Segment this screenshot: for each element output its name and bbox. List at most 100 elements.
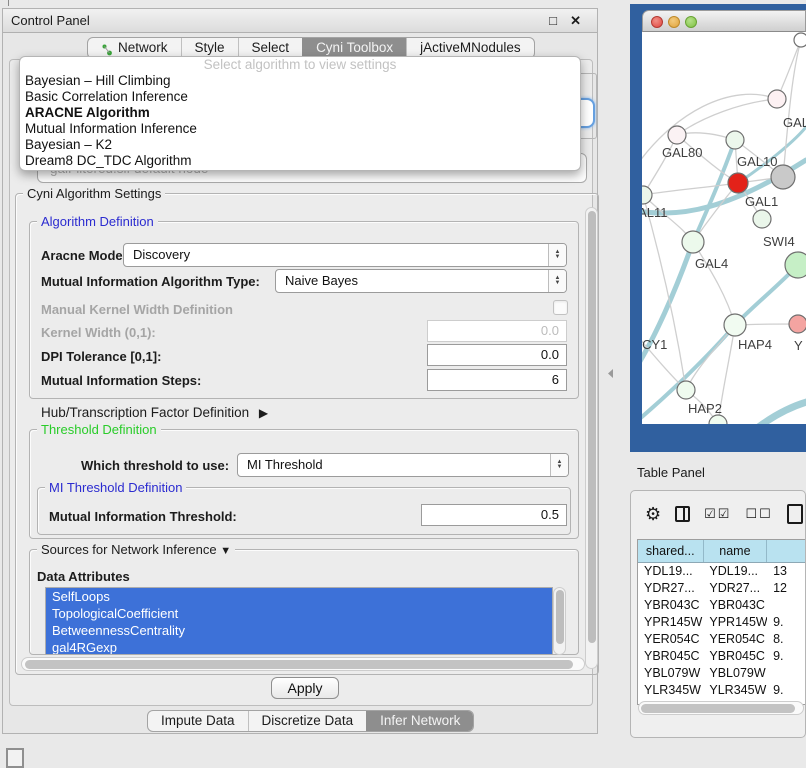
table-row[interactable]: YER054CYER054C8. <box>638 631 806 648</box>
algorithm-option[interactable]: Mutual Information Inference <box>20 121 580 137</box>
minimized-panel-icon[interactable] <box>6 748 24 768</box>
table-cell[interactable] <box>767 665 806 682</box>
aracne-mode-combobox[interactable]: Discovery ▲▼ <box>123 243 567 267</box>
table-cell[interactable] <box>767 597 806 614</box>
table-row[interactable]: YLR345WYLR345W9. <box>638 682 806 699</box>
network-node-swi4[interactable] <box>785 252 806 278</box>
sources-title[interactable]: Sources for Network Inference ▼ <box>37 542 235 557</box>
mi-steps-field[interactable]: 6 <box>427 369 567 391</box>
tab-jactivemnodules[interactable]: jActiveMNodules <box>406 38 534 58</box>
table-row[interactable]: YBL079WYBL079W <box>638 665 806 682</box>
tab-network[interactable]: Network <box>88 38 181 58</box>
table-row[interactable]: YPR145WYPR145W9. <box>638 614 806 631</box>
algorithm-option[interactable]: Bayesian – Hill Climbing <box>20 73 580 89</box>
settings-vscroll-thumb[interactable] <box>588 211 596 643</box>
network-node[interactable] <box>753 210 771 228</box>
attribute-list-item[interactable]: SelfLoops <box>46 588 552 605</box>
table-row[interactable]: YDL19...YDL19...13 <box>638 563 806 580</box>
table-cell[interactable]: 9. <box>767 682 806 699</box>
settings-hscroll-thumb[interactable] <box>25 660 573 669</box>
table-cell[interactable]: YER054C <box>703 631 767 648</box>
table-cell[interactable]: YLR345W <box>638 682 703 699</box>
algorithm-option[interactable]: Bayesian – K2 <box>20 137 580 153</box>
table-row[interactable]: YBR045CYBR045C9. <box>638 648 806 665</box>
settings-horizontal-scrollbar[interactable] <box>21 657 585 671</box>
algorithm-option[interactable]: Dream8 DC_TDC Algorithm <box>20 153 580 169</box>
network-node[interactable] <box>794 33 806 47</box>
tab-impute-data[interactable]: Impute Data <box>148 711 248 731</box>
attribute-list-item[interactable]: gal4RGexp <box>46 639 552 655</box>
table-row[interactable]: YDR27...YDR27...12 <box>638 580 806 597</box>
network-node-hap4[interactable] <box>724 314 746 336</box>
split-columns-icon[interactable] <box>675 506 690 522</box>
document-icon[interactable] <box>787 504 803 524</box>
table-cell[interactable]: 13 <box>767 563 806 580</box>
float-window-icon[interactable]: □ <box>549 13 557 28</box>
table-column-header[interactable]: name <box>704 540 768 562</box>
dpi-tolerance-field[interactable]: 0.0 <box>427 344 567 366</box>
table-column-header[interactable]: shared... <box>638 540 704 562</box>
attribute-list-item[interactable]: TopologicalCoefficient <box>46 605 552 622</box>
tab-infer-network[interactable]: Infer Network <box>366 711 473 731</box>
table-cell[interactable]: YBR045C <box>703 648 767 665</box>
tab-select[interactable]: Select <box>238 38 303 58</box>
network-node-gal80[interactable] <box>668 126 686 144</box>
settings-vertical-scrollbar[interactable] <box>585 207 598 669</box>
network-node-gal4[interactable] <box>682 231 704 253</box>
data-attributes-list[interactable]: SelfLoopsTopologicalCoefficientBetweenne… <box>45 587 553 655</box>
network-canvas[interactable]: GALGAL80GAL10GAL1GAL11GAL4SWI4HAP4YGCY1H… <box>642 32 806 424</box>
close-traffic-light-icon[interactable] <box>651 16 663 28</box>
algorithm-option[interactable]: Basic Correlation Inference <box>20 89 580 105</box>
table-hscroll-thumb[interactable] <box>641 704 795 713</box>
attribute-list-item[interactable]: BetweennessCentrality <box>46 622 552 639</box>
network-node[interactable] <box>771 165 795 189</box>
table-cell[interactable]: YBL079W <box>703 665 767 682</box>
table-cell[interactable]: YDL19... <box>638 563 703 580</box>
network-node[interactable] <box>709 415 727 424</box>
table-cell[interactable]: YDL19... <box>703 563 767 580</box>
table-cell[interactable]: 12 <box>767 580 806 597</box>
unchecked-checkboxes-icon[interactable]: ☐☐ <box>745 506 772 522</box>
table-cell[interactable]: YBR045C <box>638 648 703 665</box>
tab-discretize-data[interactable]: Discretize Data <box>248 711 367 731</box>
table-cell[interactable]: YER054C <box>638 631 703 648</box>
table-cell[interactable]: YBR043C <box>638 597 703 614</box>
minimize-traffic-light-icon[interactable] <box>668 16 680 28</box>
network-node-hap2[interactable] <box>677 381 695 399</box>
mi-threshold-field[interactable]: 0.5 <box>421 504 567 526</box>
table-cell[interactable]: 9. <box>767 648 806 665</box>
manual-kernel-checkbox[interactable] <box>553 300 568 315</box>
attributes-list-scrollbar[interactable] <box>553 587 566 655</box>
table-cell[interactable]: YPR145W <box>703 614 767 631</box>
table-cell[interactable]: 9. <box>767 614 806 631</box>
tab-style[interactable]: Style <box>181 38 238 58</box>
network-node-gal10[interactable] <box>726 131 744 149</box>
attributes-scroll-thumb[interactable] <box>556 590 564 644</box>
which-threshold-combobox[interactable]: MI Threshold ▲▼ <box>237 453 569 477</box>
hub-definition-toggle[interactable]: Hub/Transcription Factor Definition ▶ <box>41 405 268 420</box>
table-row[interactable]: YBR043CYBR043C <box>638 597 806 614</box>
table-horizontal-scrollbar[interactable] <box>638 701 804 715</box>
splitter-handle[interactable] <box>608 369 613 378</box>
table-cell[interactable]: YBR043C <box>703 597 767 614</box>
gear-icon[interactable]: ⚙ <box>645 504 661 525</box>
apply-button[interactable]: Apply <box>271 677 339 699</box>
network-node-gal1[interactable] <box>728 173 748 193</box>
algorithm-option[interactable]: ARACNE Algorithm <box>20 105 580 121</box>
table-cell[interactable]: 8. <box>767 631 806 648</box>
table-cell[interactable]: YLR345W <box>703 682 767 699</box>
mi-algorithm-type-combobox[interactable]: Naive Bayes ▲▼ <box>275 269 567 293</box>
network-node-y[interactable] <box>789 315 806 333</box>
table-cell[interactable]: YPR145W <box>638 614 703 631</box>
tab-cyni-toolbox[interactable]: Cyni Toolbox <box>302 38 406 58</box>
network-node-gal[interactable] <box>768 90 786 108</box>
checked-checkboxes-icon[interactable]: ☑☑ <box>704 506 731 522</box>
table-cell[interactable]: YDR27... <box>703 580 767 597</box>
zoom-traffic-light-icon[interactable] <box>685 16 697 28</box>
network-window-titlebar[interactable] <box>642 10 806 32</box>
close-window-icon[interactable]: ✕ <box>570 13 581 29</box>
table-cell[interactable]: YBL079W <box>638 665 703 682</box>
table-column-header[interactable] <box>767 540 806 562</box>
tab-select-label: Select <box>252 38 290 58</box>
table-cell[interactable]: YDR27... <box>638 580 703 597</box>
